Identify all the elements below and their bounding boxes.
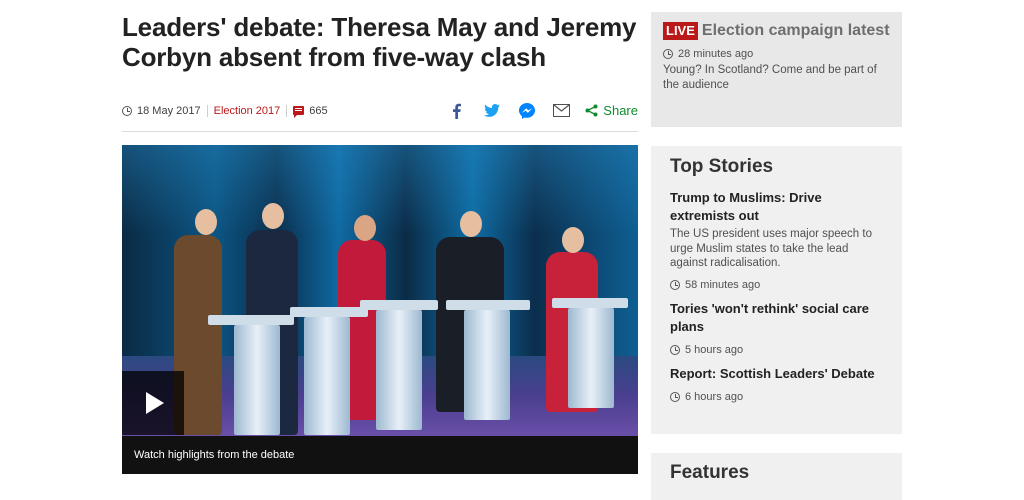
email-icon[interactable] (544, 101, 579, 121)
top-stories-title: Top Stories (670, 156, 774, 177)
video-caption: Watch highlights from the debate (122, 436, 638, 474)
divider (286, 104, 288, 117)
story-headline[interactable]: Report: Scottish Leaders' Debate (670, 365, 883, 383)
live-summary[interactable]: Young? In Scotland? Come and be part of … (663, 63, 890, 93)
story-headline[interactable]: Trump to Muslims: Drive extremists out (670, 189, 883, 225)
story-timestamp: 6 hours ago (670, 391, 883, 403)
clock-icon (122, 105, 132, 116)
video-still (122, 145, 638, 436)
comments-link[interactable]: 665 (293, 104, 328, 118)
story-timestamp: 5 hours ago (670, 344, 883, 356)
story-item[interactable]: Trump to Muslims: Drive extremists out T… (670, 189, 883, 291)
share-icon (585, 104, 598, 117)
podium (290, 307, 368, 317)
story-time-text: 58 minutes ago (685, 278, 761, 291)
play-button[interactable] (122, 371, 184, 435)
live-panel[interactable]: LIVE Election campaign latest 28 minutes… (651, 12, 902, 127)
page: Leaders' debate: Theresa May and Jeremy … (0, 0, 1024, 500)
podium (234, 325, 280, 435)
share-bar: Share (439, 101, 638, 121)
podium (446, 300, 530, 310)
story-summary: The US president uses major speech to ur… (670, 228, 872, 269)
podium (376, 310, 422, 430)
share-button[interactable]: Share (585, 103, 638, 118)
participant-head (460, 211, 482, 237)
play-icon (146, 392, 164, 414)
section-link[interactable]: Election 2017 (214, 105, 281, 117)
story-time-text: 5 hours ago (685, 343, 744, 356)
facebook-icon[interactable] (439, 101, 474, 121)
comment-count: 665 (309, 104, 328, 117)
podium (360, 300, 438, 310)
story-headline[interactable]: Tories 'won't rethink' social care plans (670, 300, 883, 336)
podium (568, 308, 614, 408)
clock-icon (670, 344, 680, 355)
podium (304, 317, 350, 435)
clock-icon (670, 279, 680, 290)
participant-head (354, 215, 376, 241)
participant-head (262, 203, 284, 229)
top-stories-panel: Top Stories Trump to Muslims: Drive extr… (651, 146, 902, 434)
live-header: LIVE Election campaign latest (663, 22, 890, 40)
features-title: Features (670, 462, 750, 483)
video-player[interactable]: Watch highlights from the debate (122, 145, 638, 474)
twitter-icon[interactable] (474, 101, 509, 121)
story-item[interactable]: Report: Scottish Leaders' Debate 6 hours… (670, 365, 883, 403)
clock-icon (670, 391, 680, 402)
share-label: Share (603, 103, 638, 118)
article: Leaders' debate: Theresa May and Jeremy … (122, 12, 638, 474)
article-date: 18 May 2017 (122, 105, 201, 117)
live-badge: LIVE (663, 22, 698, 40)
story-time-text: 6 hours ago (685, 390, 744, 403)
story-item[interactable]: Tories 'won't rethink' social care plans… (670, 300, 883, 356)
divider (206, 104, 208, 117)
live-time-text: 28 minutes ago (678, 48, 754, 60)
messenger-icon[interactable] (509, 101, 544, 121)
features-panel: Features (651, 453, 902, 500)
article-headline: Leaders' debate: Theresa May and Jeremy … (122, 12, 637, 72)
article-meta: 18 May 2017 Election 2017 665 Share (122, 90, 638, 132)
live-timestamp: 28 minutes ago (663, 48, 890, 60)
live-title[interactable]: Election campaign latest (702, 22, 890, 40)
comment-icon (293, 106, 305, 118)
podium (552, 298, 628, 308)
podium (464, 310, 510, 420)
participant-head (195, 209, 217, 235)
story-timestamp: 58 minutes ago (670, 279, 883, 291)
clock-icon (663, 49, 673, 59)
podium (208, 315, 294, 325)
date-text: 18 May 2017 (137, 104, 201, 117)
participant-head (562, 227, 584, 253)
